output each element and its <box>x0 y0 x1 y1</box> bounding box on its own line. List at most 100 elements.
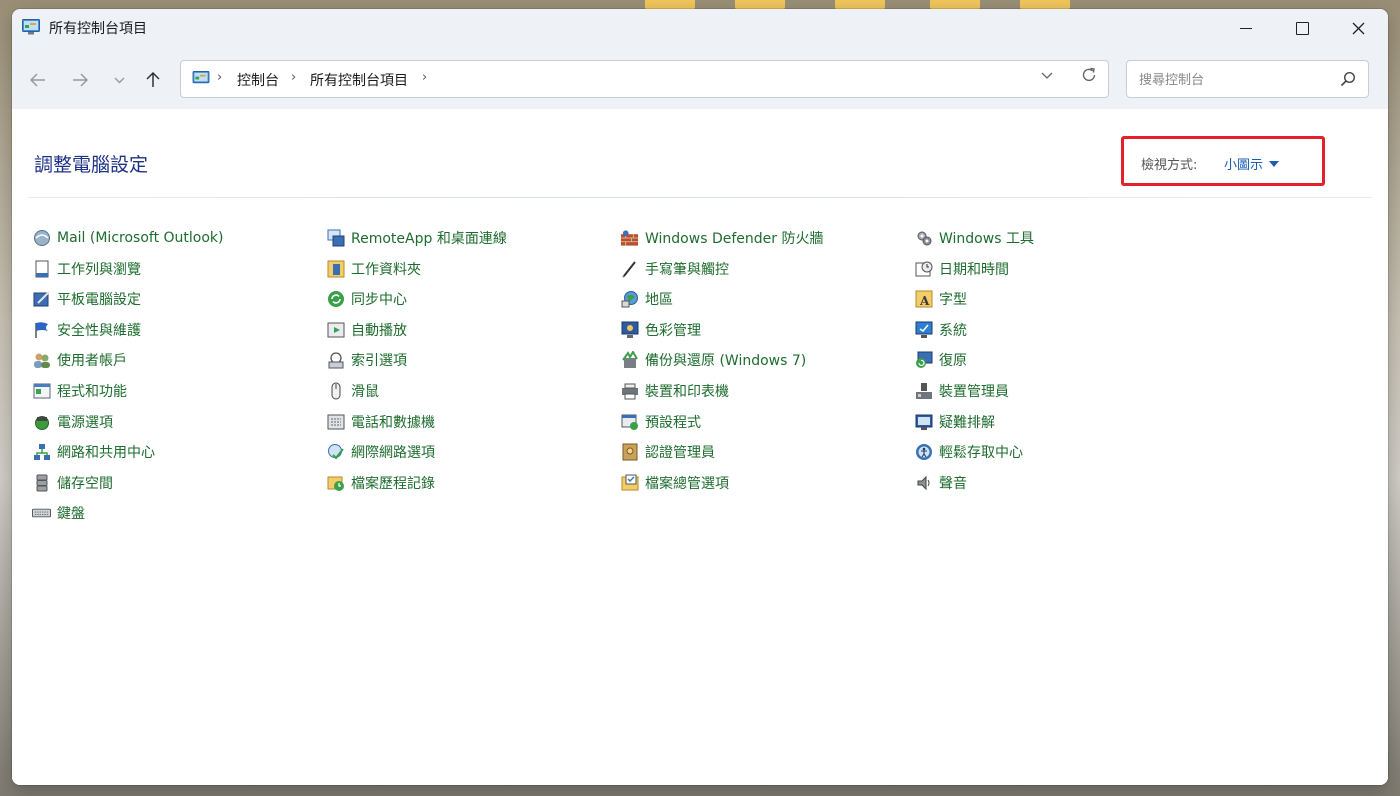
item-label[interactable]: 疑難排解 <box>939 412 995 432</box>
item-file-history[interactable]: 檔案歷程記錄 <box>326 472 435 494</box>
item-storage[interactable]: 儲存空間 <box>32 472 113 494</box>
item-label[interactable]: Mail (Microsoft Outlook) <box>57 230 223 246</box>
item-credential-manager[interactable]: 認證管理員 <box>620 441 715 463</box>
item-label[interactable]: 自動播放 <box>351 320 407 340</box>
item-label[interactable]: 鍵盤 <box>57 503 85 523</box>
recent-locations-button[interactable] <box>106 67 132 93</box>
network-icon <box>32 443 51 462</box>
address-bar[interactable]: › 控制台 › 所有控制台項目 › <box>180 60 1109 98</box>
item-label[interactable]: 備份與還原 (Windows 7) <box>645 350 806 370</box>
item-region[interactable]: 地區 <box>620 288 673 310</box>
item-tablet-settings[interactable]: 平板電腦設定 <box>32 288 141 310</box>
item-label[interactable]: RemoteApp 和桌面連線 <box>351 228 507 248</box>
item-mouse[interactable]: 滑鼠 <box>326 380 379 402</box>
item-label[interactable]: 預設程式 <box>645 412 701 432</box>
item-label[interactable]: 檔案總管選項 <box>645 473 729 493</box>
item-label[interactable]: 滑鼠 <box>351 381 379 401</box>
item-windows-tools[interactable]: Windows 工具 <box>914 227 1034 249</box>
item-color-management[interactable]: 色彩管理 <box>620 319 701 341</box>
maximize-button[interactable] <box>1274 9 1330 47</box>
address-history-button[interactable] <box>1041 70 1053 83</box>
item-label[interactable]: 同步中心 <box>351 289 407 309</box>
item-fonts[interactable]: A 字型 <box>914 288 967 310</box>
item-explorer-options[interactable]: 檔案總管選項 <box>620 472 729 494</box>
close-button[interactable] <box>1330 9 1386 47</box>
breadcrumb-separator-icon[interactable]: › <box>291 70 296 85</box>
item-label[interactable]: 聲音 <box>939 473 967 493</box>
item-autoplay[interactable]: 自動播放 <box>326 319 407 341</box>
item-phone-modem[interactable]: 電話和數據機 <box>326 411 435 433</box>
item-device-manager[interactable]: 裝置管理員 <box>914 380 1009 402</box>
item-programs[interactable]: 程式和功能 <box>32 380 127 402</box>
refresh-button[interactable] <box>1081 67 1097 88</box>
breadcrumb-separator-icon[interactable]: › <box>422 70 427 85</box>
item-label[interactable]: 安全性與維護 <box>57 320 141 340</box>
item-network[interactable]: 網路和共用中心 <box>32 441 155 463</box>
item-label[interactable]: 日期和時間 <box>939 259 1009 279</box>
item-label[interactable]: 電話和數據機 <box>351 412 435 432</box>
item-label[interactable]: 字型 <box>939 289 967 309</box>
item-taskbar[interactable]: 工作列與瀏覽 <box>32 258 141 280</box>
minimize-button[interactable] <box>1218 9 1274 47</box>
item-mail[interactable]: Mail (Microsoft Outlook) <box>32 227 223 249</box>
item-label[interactable]: 網際網路選項 <box>351 442 435 462</box>
back-button[interactable] <box>25 67 51 93</box>
item-firewall[interactable]: Windows Defender 防火牆 <box>620 227 823 249</box>
item-pen-touch[interactable]: 手寫筆與觸控 <box>620 258 729 280</box>
item-label[interactable]: 復原 <box>939 350 967 370</box>
item-power[interactable]: 電源選項 <box>32 411 113 433</box>
view-by-value[interactable]: 小圖示 <box>1224 154 1263 173</box>
item-label[interactable]: 色彩管理 <box>645 320 701 340</box>
item-label[interactable]: 工作列與瀏覽 <box>57 259 141 279</box>
item-label[interactable]: 索引選項 <box>351 350 407 370</box>
item-troubleshooting[interactable]: 疑難排解 <box>914 411 995 433</box>
item-work-folders[interactable]: 工作資料夾 <box>326 258 421 280</box>
forward-button[interactable] <box>67 67 93 93</box>
item-indexing[interactable]: 索引選項 <box>326 349 407 371</box>
up-button[interactable] <box>140 67 166 93</box>
title-bar: 所有控制台項目 <box>12 9 1388 47</box>
view-by-dropdown[interactable]: 小圖示 <box>1224 154 1280 173</box>
item-sound[interactable]: 聲音 <box>914 472 967 494</box>
item-label[interactable]: 網路和共用中心 <box>57 442 155 462</box>
item-sync-center[interactable]: 同步中心 <box>326 288 407 310</box>
breadcrumb-all-items[interactable]: 所有控制台項目 <box>310 70 408 90</box>
item-devices-printers[interactable]: 裝置和印表機 <box>620 380 729 402</box>
item-label[interactable]: 輕鬆存取中心 <box>939 442 1023 462</box>
caret-down-icon[interactable] <box>1269 160 1280 167</box>
item-label[interactable]: 檔案歷程記錄 <box>351 473 435 493</box>
item-ease-of-access[interactable]: 輕鬆存取中心 <box>914 441 1023 463</box>
item-label[interactable]: Windows Defender 防火牆 <box>645 228 823 248</box>
item-label[interactable]: 工作資料夾 <box>351 259 421 279</box>
item-label[interactable]: 系統 <box>939 320 967 340</box>
item-label[interactable]: 認證管理員 <box>645 442 715 462</box>
item-user-accounts[interactable]: 使用者帳戶 <box>32 349 127 371</box>
item-label[interactable]: 電源選項 <box>57 412 113 432</box>
item-label[interactable]: 地區 <box>645 289 673 309</box>
item-recovery[interactable]: 復原 <box>914 349 967 371</box>
item-keyboard[interactable]: 鍵盤 <box>32 502 85 524</box>
item-backup-restore[interactable]: 備份與還原 (Windows 7) <box>620 349 806 371</box>
item-label[interactable]: 手寫筆與觸控 <box>645 259 729 279</box>
item-system[interactable]: 系統 <box>914 319 967 341</box>
item-label[interactable]: 程式和功能 <box>57 381 127 401</box>
item-security[interactable]: 安全性與維護 <box>32 319 141 341</box>
item-default-programs[interactable]: 預設程式 <box>620 411 701 433</box>
svg-text:A: A <box>919 294 930 308</box>
item-label[interactable]: 裝置和印表機 <box>645 381 729 401</box>
item-remoteapp[interactable]: RemoteApp 和桌面連線 <box>326 227 507 249</box>
item-label[interactable]: Windows 工具 <box>939 228 1034 248</box>
item-label[interactable]: 使用者帳戶 <box>57 350 127 370</box>
item-label[interactable]: 裝置管理員 <box>939 381 1009 401</box>
breadcrumb-control-panel[interactable]: 控制台 <box>237 70 279 90</box>
ease-of-access-icon <box>914 443 933 462</box>
search-box[interactable] <box>1126 60 1369 98</box>
internet-options-icon <box>326 443 345 462</box>
search-input[interactable] <box>1137 69 1331 91</box>
item-internet-options[interactable]: 網際網路選項 <box>326 441 435 463</box>
item-date-time[interactable]: 日期和時間 <box>914 258 1009 280</box>
breadcrumb-separator-icon[interactable]: › <box>217 70 222 85</box>
item-label[interactable]: 平板電腦設定 <box>57 289 141 309</box>
search-icon[interactable] <box>1340 71 1356 87</box>
item-label[interactable]: 儲存空間 <box>57 473 113 493</box>
